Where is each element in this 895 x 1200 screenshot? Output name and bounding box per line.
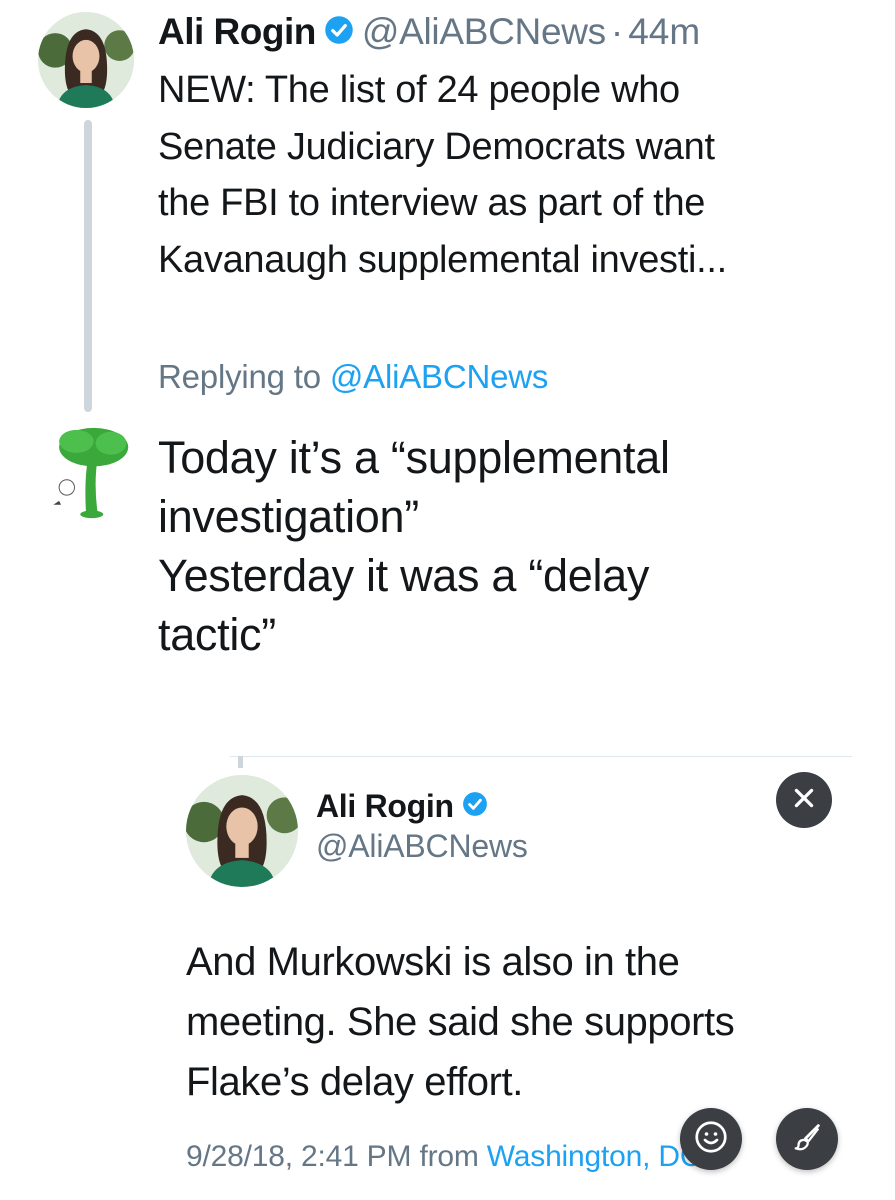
from-label: from [419,1140,479,1173]
tweet-text-line: the FBI to interview as part of the [158,182,706,224]
tweet-text-line: Senate Judiciary Democrats want [158,125,715,168]
author-handle[interactable]: @AliABCNews [362,11,606,53]
card-divider [230,756,852,757]
emoji-icon [693,1119,729,1160]
tweet-text-line: NEW: The list of 24 people who [158,69,680,111]
brush-button[interactable] [776,1108,838,1170]
tweet-text[interactable]: NEW: The list of 24 people who Senate Ju… [158,62,858,288]
tweet-header: Ali Rogin @AliABCNews · 44m [158,6,700,58]
quoted-text-line: meeting. She said she supports [186,1000,735,1044]
quoted-author-avatar[interactable] [186,775,298,887]
quoted-timestamp[interactable]: 9/28/18, 2:41 PM [186,1140,411,1173]
tweet-time[interactable]: 44m [628,11,700,53]
tweet-text-line: Kavanaugh supplemental investi... [158,238,727,281]
author-name[interactable]: Ali Rogin [158,11,316,53]
quoted-author-row: Ali Rogin [316,788,496,825]
quoted-text-line: Flake’s delay effort. [186,1060,523,1104]
close-icon [791,785,817,816]
author-avatar[interactable] [38,12,134,108]
reply-text-line: Today it’s a “supplemental [158,432,670,483]
quoted-tweet-text[interactable]: And Murkowski is also in the meeting. Sh… [186,932,836,1112]
separator-dot: · [610,11,624,52]
reply-avatar[interactable] [38,424,134,524]
verified-badge-icon [324,15,354,50]
close-button[interactable] [776,772,832,828]
replying-prefix: Replying to [158,358,321,395]
quoted-text-line: And Murkowski is also in the [186,940,680,984]
brush-icon [790,1120,824,1159]
replying-handle-link[interactable]: @AliABCNews [330,358,549,395]
card-connector-tick [238,756,243,768]
emoji-button[interactable] [680,1108,742,1170]
location-link[interactable]: Washington, DC [487,1140,702,1173]
reply-text[interactable]: Today it’s a “supplemental investigation… [158,428,858,664]
quoted-author-handle[interactable]: @AliABCNews [316,828,528,865]
quoted-author-name[interactable]: Ali Rogin [316,788,454,825]
reply-text-line: investigation” [158,491,419,542]
replying-to: Replying to @AliABCNews [158,358,548,396]
reply-text-line: Yesterday it was a “delay [158,550,650,601]
quoted-tweet-meta: 9/28/18, 2:41 PM from Washington, DC [186,1140,701,1174]
verified-badge-icon [462,791,488,822]
thread-connector-line [84,120,92,412]
reply-text-line: tactic” [158,609,276,660]
